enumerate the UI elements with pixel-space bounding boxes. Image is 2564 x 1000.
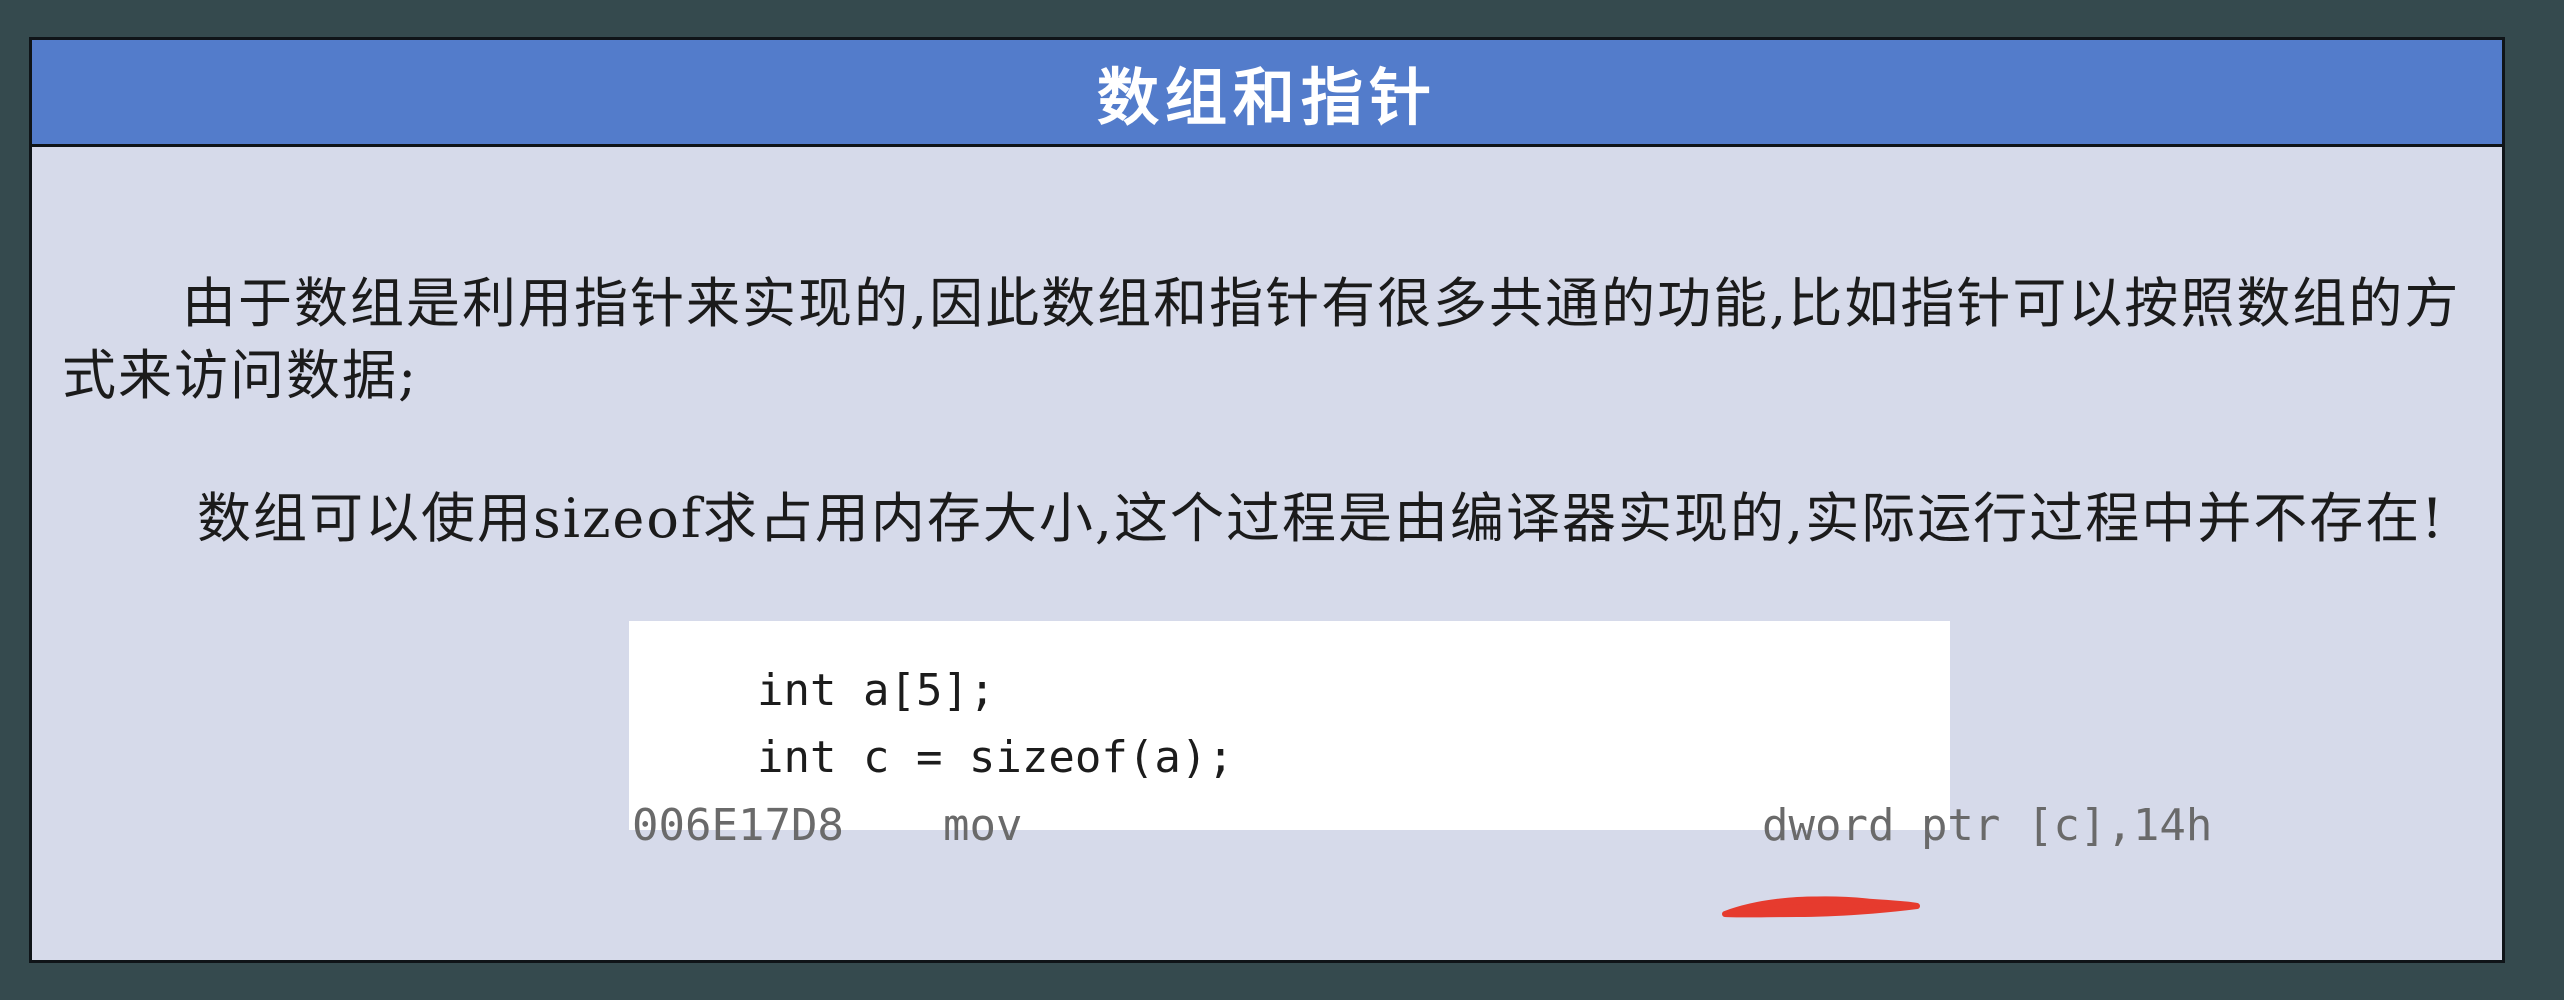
asm-address: 006E17D8 — [632, 800, 844, 851]
code-snippet: int a[5]; int c = sizeof(a); 006E17D8 mo… — [629, 621, 2212, 851]
code-line-sizeof: int c = sizeof(a); — [757, 732, 1234, 783]
slide: 数组和指针 由于数组是利用指针来实现的,因此数组和指针有很多共通的功能,比如指针… — [29, 37, 2505, 963]
slide-title: 数组和指针 — [1096, 61, 1437, 134]
red-underline-annotation — [1722, 896, 1920, 918]
paragraph-arrays-pointers: 由于数组是利用指针来实现的,因此数组和指针有很多共通的功能,比如指针可以按照数组… — [62, 272, 2461, 407]
paragraph-sizeof: 数组可以使用sizeof求占用内存大小,这个过程是由编译器实现的,实际运行过程中… — [197, 487, 2445, 550]
asm-opcode: mov — [943, 800, 1023, 851]
title-bar: 数组和指针 — [32, 40, 2502, 147]
code-line-array-decl: int a[5]; — [757, 665, 996, 716]
asm-operands: dword ptr [c],14h — [1762, 800, 2213, 851]
